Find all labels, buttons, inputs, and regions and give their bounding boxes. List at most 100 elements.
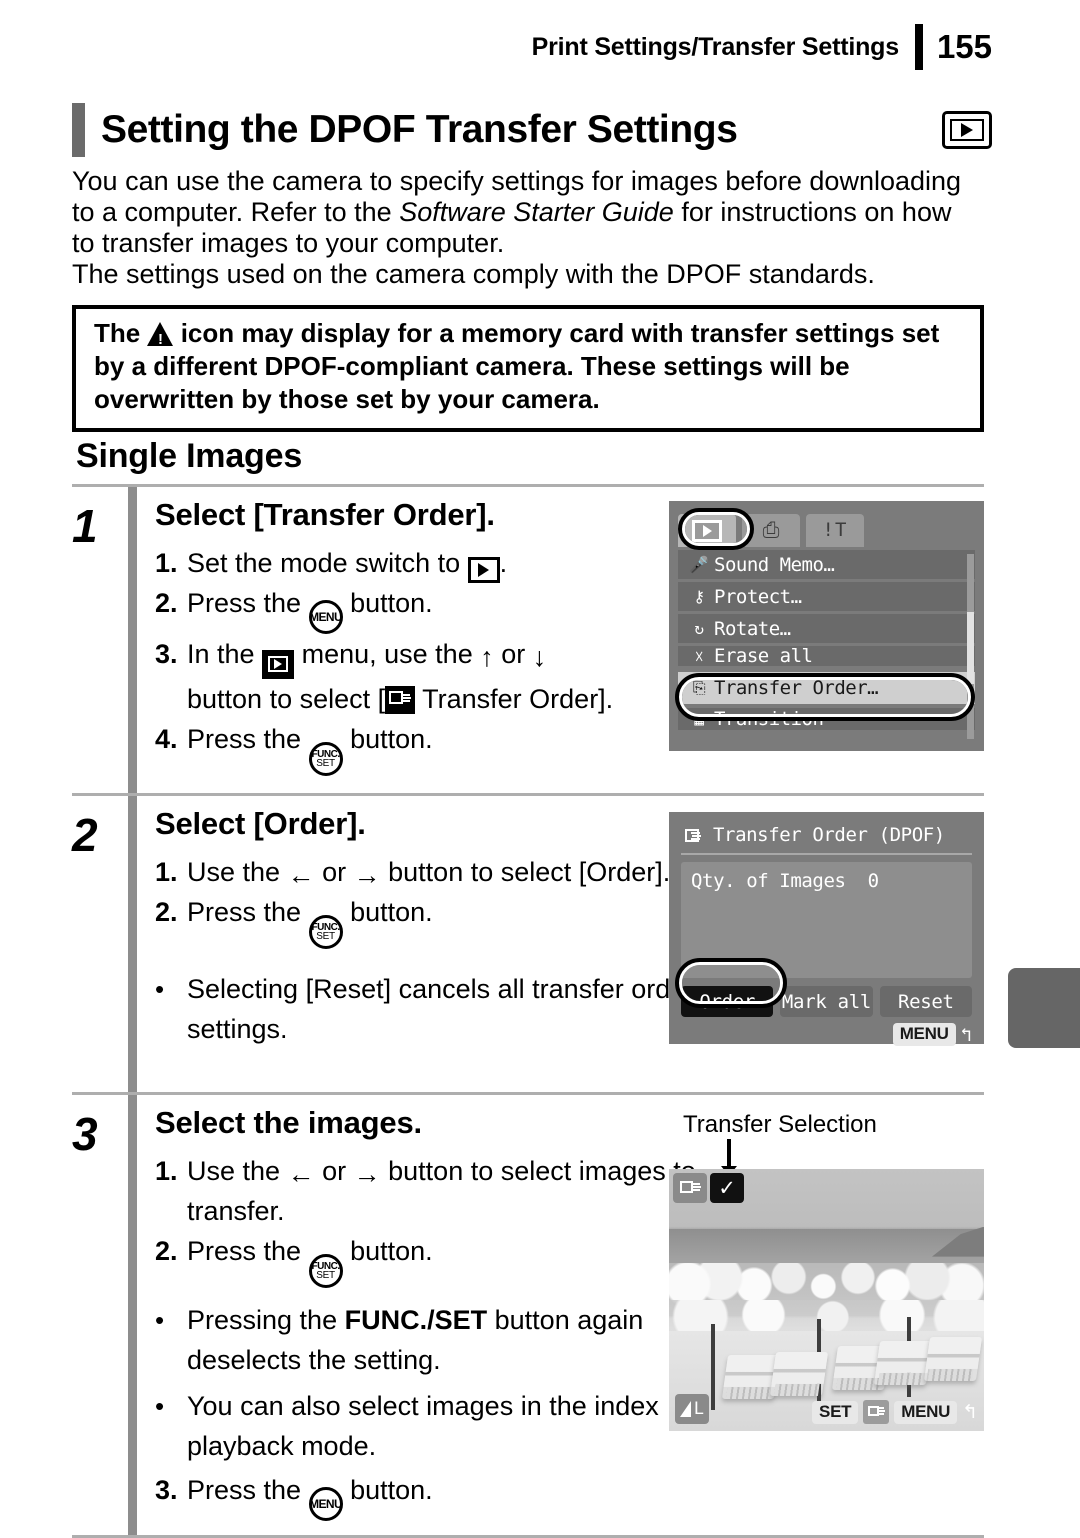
step-2-number: 2 <box>72 809 98 861</box>
step-1-item-3-text-e: Transfer Order]. <box>422 683 614 714</box>
step-3-item-1-text-b: or <box>322 1156 347 1186</box>
step-3-bullet-1-bold: FUNC./SET <box>344 1305 488 1336</box>
menu-row-transition[interactable]: ▦ Transition <box>678 708 975 730</box>
transfer-selection-check-icon: ✓ <box>710 1173 744 1203</box>
warning-box: The icon may display for a memory card w… <box>72 305 984 432</box>
step-1-item-4-text-a: Press the <box>187 723 302 754</box>
step-3-bullet-2-text: You can also select images in the index … <box>187 1391 659 1462</box>
lcd-order-qty-value: 0 <box>867 870 879 892</box>
step-3-item-2-text-a: Press the <box>187 1236 302 1266</box>
step-2-item-1: 1. Use the ← or → button to select [Orde… <box>155 852 715 892</box>
lcd-tab-setup[interactable]: !T <box>806 514 864 547</box>
callout-arrow <box>721 1139 737 1176</box>
func-set-button-icon: FUNC. SET <box>308 915 343 950</box>
lcd-order-buttons: Order Mark all Reset <box>681 986 972 1017</box>
lcd-order-title: Transfer Order (DPOF) <box>713 824 945 846</box>
step-1-item-2-text-a: Press the <box>187 588 302 618</box>
resolution-badge: L <box>675 1394 709 1424</box>
arrow-down-icon: ↓ <box>532 642 547 672</box>
step-3-item-3-text-a: Press the <box>187 1475 302 1506</box>
step-1-item-4-marker: 4. <box>155 723 178 754</box>
transfer-order-icon <box>385 685 416 714</box>
playback-menu-icon <box>262 649 295 679</box>
step-3-item-2-text-b: button. <box>350 1236 433 1266</box>
intro-italic-guide: Software Starter Guide <box>399 197 674 227</box>
lcd-order-qty-label: Qty. of Images <box>691 870 846 892</box>
transition-icon: ▦ <box>694 709 704 729</box>
menu-row-transition-label: Transition <box>714 708 824 730</box>
margin-index-tab <box>1008 968 1080 1048</box>
key-icon: ⚷ <box>693 587 705 606</box>
page-title: Setting the DPOF Transfer Settings <box>101 108 738 151</box>
title-accent-bar <box>72 103 85 157</box>
return-arrow-icon: ↰ <box>962 1401 978 1423</box>
lcd-menu-scrollbar[interactable] <box>967 554 974 739</box>
photo-key-hints: SET MENU ↰ <box>812 1400 978 1424</box>
step-1-item-2-text-b: button. <box>350 588 433 618</box>
header-section-title: Print Settings/Transfer Settings <box>531 32 899 61</box>
lcd-menu-list: 🎤 Sound Memo… ⚷ Protect… ↻ Rotate… ☓ Era… <box>678 550 975 739</box>
step-3-item-3-text-b: button. <box>350 1475 433 1506</box>
step-3-bar <box>128 1095 137 1536</box>
page-header: Print Settings/Transfer Settings 155 <box>531 24 992 70</box>
menu-key-badge: MENU <box>892 1023 956 1046</box>
step-1-item-1-text-b: . <box>499 548 508 578</box>
step-3-item-3: 3. Press the MENU button. <box>155 1470 715 1522</box>
menu-row-erase-all[interactable]: ☓ Erase all <box>678 646 975 666</box>
step-2-bullet-1-text: Selecting [Reset] cancels all transfer o… <box>187 974 695 1045</box>
step-1-item-3-text-d: button to select [ <box>187 683 386 714</box>
lcd-order-panel: Qty. of Images 0 <box>681 862 972 978</box>
step-2-item-2: 2. Press the FUNC. SET button. <box>155 892 715 950</box>
step-3-number: 3 <box>72 1108 98 1160</box>
step-3-bullet-1-text-a: Pressing the <box>187 1305 338 1336</box>
lcd-tab-playback[interactable] <box>678 514 736 547</box>
photo-sea <box>669 1229 984 1266</box>
step-1-item-1: 1. Set the mode switch to . <box>155 543 715 583</box>
lcd-menu-scroll-thumb[interactable] <box>967 612 974 684</box>
lcd-button-mark-all[interactable]: Mark all <box>780 986 873 1017</box>
lcd-button-reset[interactable]: Reset <box>879 986 972 1017</box>
step-3-bullet-2: • You can also select images in the inde… <box>155 1386 715 1466</box>
step-3-bullet-2-marker: • <box>155 1391 165 1422</box>
step-2-item-1-marker: 1. <box>155 857 178 887</box>
menu-row-sound-memo[interactable]: 🎤 Sound Memo… <box>678 550 975 579</box>
step-3-item-1-marker: 1. <box>155 1156 178 1186</box>
menu-row-protect[interactable]: ⚷ Protect… <box>678 582 975 611</box>
step-1-item-4-text-b: button. <box>350 723 433 754</box>
step-1-item-3-text-a: In the <box>187 639 255 669</box>
menu-row-transfer-order[interactable]: ⎘ Transfer Order… <box>678 672 975 704</box>
menu-row-sound-memo-label: Sound Memo… <box>714 553 835 576</box>
step-3-item-2: 2. Press the FUNC. SET button. <box>155 1231 715 1289</box>
warning-triangle-icon <box>147 322 174 347</box>
step-2-item-2-text-a: Press the <box>187 897 302 927</box>
photo-pole-1 <box>711 1324 715 1410</box>
lcd-order-title-row: Transfer Order (DPOF) <box>681 824 972 855</box>
intro-line-1: You can use the camera to specify settin… <box>72 166 962 259</box>
lcd-tab-print[interactable]: ⎙ <box>742 514 800 547</box>
step-1-item-1-text-a: Set the mode switch to <box>187 548 461 578</box>
figure-playback-menu: ⎙ !T 🎤 Sound Memo… ⚷ Protect… ↻ Rotate… <box>669 501 984 751</box>
camera-lcd-menu: ⎙ !T 🎤 Sound Memo… ⚷ Protect… ↻ Rotate… <box>669 501 984 751</box>
step-3-item-3-marker: 3. <box>155 1475 178 1506</box>
step-1-item-3-marker: 3. <box>155 639 178 669</box>
step-3-bullet-1: • Pressing the FUNC./SET button again de… <box>155 1300 715 1380</box>
microphone-icon: 🎤 <box>689 555 709 574</box>
step-2-item-1-text-c: button to select [Order]. <box>388 857 671 887</box>
section-heading-single-images: Single Images <box>76 437 303 475</box>
step-2-bullet-1: • Selecting [Reset] cancels all transfer… <box>155 969 715 1049</box>
camera-lcd-photo: ✓ L SET MENU ↰ <box>669 1169 984 1431</box>
step-1-item-3: 3. In the menu, use the ↑ or ↓ button to… <box>155 634 715 719</box>
step-1-item-2-marker: 2. <box>155 588 178 618</box>
arrow-right-icon: → <box>353 860 381 890</box>
photo-chair-2 <box>769 1352 829 1396</box>
lcd-button-order[interactable]: Order <box>681 986 774 1017</box>
step-3-item-1: 1. Use the ← or → button to select image… <box>155 1151 715 1231</box>
lcd-order-menu-return: MENU ↰ <box>681 1023 972 1046</box>
steps-container: 1 Select [Transfer Order]. 1. Set the mo… <box>72 484 984 1538</box>
photo-chair-5 <box>923 1337 983 1381</box>
header-divider <box>914 24 923 70</box>
func-set-button-icon: FUNC. SET <box>308 1254 343 1289</box>
menu-row-rotate[interactable]: ↻ Rotate… <box>678 614 975 643</box>
print-icon: ⎙ <box>762 518 780 542</box>
arrow-left-icon: ← <box>287 860 315 890</box>
